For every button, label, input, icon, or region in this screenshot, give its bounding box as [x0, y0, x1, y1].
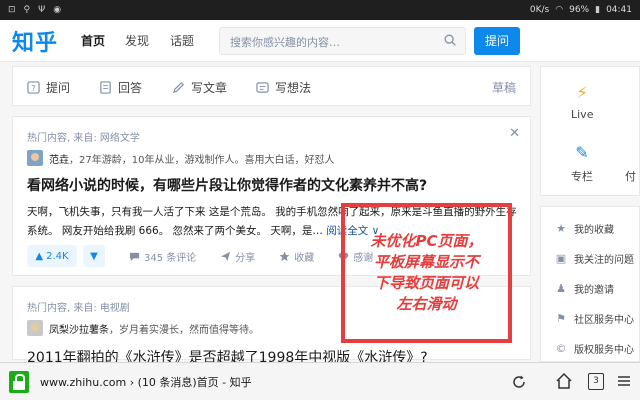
android-icon: ◉	[53, 5, 62, 15]
composer-bar: ? 提问 回答 写文章 写想法 草稿	[12, 66, 531, 106]
usb-icon: Ψ	[38, 5, 46, 15]
page-title: › (10 条消息)首页 - 知乎	[126, 376, 252, 389]
composer-idea-label: 写想法	[275, 81, 312, 95]
nav-topics[interactable]: 话题	[170, 32, 194, 49]
notification-icon: ⊡	[8, 5, 16, 15]
author-info: 凤梨沙拉薯条，岁月着实漫长，然而值得等待。	[27, 320, 259, 336]
sidebar-column[interactable]: ✎ 专栏	[571, 143, 593, 184]
author-bio: ，岁月着实漫长，然而值得等待。	[109, 324, 259, 336]
flag-icon: ⚑	[556, 311, 566, 325]
annotation-text: 未优化PC页面， 平板屏幕显示不 下导致页面可以 左右滑动	[370, 232, 483, 313]
battery-level: 96%	[569, 5, 590, 15]
nav-home[interactable]: 首页	[81, 32, 105, 49]
sidebar-item-collections[interactable]: ★ 我的收藏	[555, 221, 614, 236]
composer-answer[interactable]: 回答	[99, 79, 142, 96]
star-icon	[279, 250, 290, 261]
star-icon: ★	[556, 221, 566, 235]
site-header: 知乎 首页 发现 话题 搜索你感兴趣的内容… 提问	[0, 20, 640, 62]
wifi-icon: ◠	[555, 5, 564, 15]
drafts-link[interactable]: 草稿	[492, 79, 516, 96]
idea-icon	[256, 82, 269, 93]
upvote-button[interactable]: ▲ 2.4K	[27, 245, 77, 267]
triangle-down-icon: ▼	[90, 250, 98, 262]
collect-button[interactable]: 收藏	[279, 249, 314, 264]
feed-source: 热门内容, 来自: 网络文学	[27, 133, 140, 144]
vote-count: 2.4K	[46, 250, 69, 262]
composer-ask-label: 提问	[46, 81, 71, 95]
sidebar-item-label: 我的邀请	[574, 285, 614, 296]
pen-icon	[172, 82, 184, 94]
sidebar-quick-links: ⚡ Live ✎ 专栏 · 付	[540, 66, 640, 196]
home-icon[interactable]	[555, 372, 573, 390]
zhihu-logo[interactable]: 知乎	[12, 25, 58, 57]
comments-button[interactable]: 345 条评论	[129, 249, 196, 264]
composer-article-label: 写文章	[191, 81, 228, 95]
sidebar-item-label: 我关注的问题	[574, 255, 634, 266]
downvote-button[interactable]: ▼	[83, 245, 105, 267]
sidebar-item-followed-questions[interactable]: ▣ 我关注的问题	[555, 251, 634, 266]
battery-icon: ▮	[595, 5, 601, 15]
search-placeholder: 搜索你感兴趣的内容…	[230, 36, 340, 49]
close-icon[interactable]: ✕	[509, 126, 520, 141]
annotation-box: 未优化PC页面， 平板屏幕显示不 下导致页面可以 左右滑动	[341, 203, 512, 343]
triangle-up-icon: ▲	[35, 250, 44, 262]
reload-icon[interactable]	[511, 374, 527, 390]
sidebar-pay[interactable]: · 付	[625, 143, 636, 184]
comment-icon	[129, 252, 140, 261]
author-info: 范垚，27年游龄，10年从业，游戏制作人。喜用大白话，好怼人	[27, 150, 334, 166]
search-icon[interactable]	[443, 33, 457, 47]
pen-icon: ✎	[575, 143, 589, 162]
sidebar-menu: ★ 我的收藏 ▣ 我关注的问题 ♟ 我的邀请 ⚑ 社区服务中心 © 版权服务中心	[540, 206, 640, 362]
sidebar-item-community[interactable]: ⚑ 社区服务中心	[555, 311, 634, 326]
url-field[interactable]: www.zhihu.com › (10 条消息)首页 - 知乎	[40, 374, 252, 390]
composer-ask[interactable]: ? 提问	[27, 79, 70, 96]
question-icon: ?	[27, 81, 40, 94]
sidebar-pay-label: 付	[625, 170, 636, 183]
copyright-icon: ©	[555, 341, 567, 355]
lock-icon[interactable]	[9, 371, 29, 393]
url-domain: www.zhihu.com	[40, 376, 127, 389]
sidebar-item-label: 社区服务中心	[574, 315, 634, 326]
clock: 04:41	[606, 5, 632, 15]
pay-icon: ·	[627, 143, 634, 162]
sidebar-column-label: 专栏	[571, 170, 593, 183]
usb-icon: ⚲	[23, 5, 31, 15]
answer-icon	[100, 81, 111, 94]
share-icon	[221, 251, 231, 261]
avatar[interactable]	[27, 150, 43, 166]
sidebar-live[interactable]: ⚡ Live	[571, 83, 593, 121]
share-label: 分享	[235, 252, 256, 264]
share-button[interactable]: 分享	[220, 249, 255, 264]
answer-actions: ▲ 2.4K ▼ 345 条评论 分享 收藏 感谢	[27, 245, 373, 267]
net-speed: 0K/s	[529, 5, 550, 15]
sidebar-live-label: Live	[571, 108, 594, 121]
feed-source: 热门内容, 来自: 电视剧	[27, 303, 130, 314]
browser-address-bar: www.zhihu.com › (10 条消息)首页 - 知乎 3	[0, 362, 640, 400]
question-title[interactable]: 看网络小说的时候，有哪些片段让你觉得作者的文化素养并不高?	[27, 175, 427, 195]
status-bar: ⊡ ⚲ Ψ ◉ 0K/s ◠ 96% ▮ 04:41	[0, 0, 640, 20]
sidebar-item-copyright[interactable]: © 版权服务中心	[555, 341, 635, 356]
author-name[interactable]: 凤梨沙拉薯条	[49, 325, 109, 336]
sidebar-item-label: 版权服务中心	[574, 345, 634, 356]
question-icon: ▣	[555, 251, 567, 265]
nav-discover[interactable]: 发现	[125, 32, 149, 49]
author-name[interactable]: 范垚	[49, 155, 69, 166]
ask-button[interactable]: 提问	[474, 27, 520, 55]
menu-icon[interactable]	[616, 373, 632, 389]
sidebar-item-invitations[interactable]: ♟ 我的邀请	[555, 281, 614, 296]
add-user-icon: ♟	[556, 281, 566, 295]
composer-article[interactable]: 写文章	[172, 79, 227, 96]
search-input[interactable]: 搜索你感兴趣的内容…	[219, 27, 466, 55]
tabs-button[interactable]: 3	[588, 373, 604, 390]
sidebar-item-label: 我的收藏	[574, 225, 614, 236]
lightning-icon: ⚡	[576, 83, 588, 102]
composer-idea[interactable]: 写想法	[256, 79, 311, 96]
avatar[interactable]	[27, 320, 43, 336]
composer-answer-label: 回答	[118, 81, 143, 95]
collect-label: 收藏	[294, 252, 315, 264]
comments-label: 345 条评论	[144, 252, 197, 264]
author-bio: ，27年游龄，10年从业，游戏制作人。喜用大白话，好怼人	[69, 154, 335, 166]
svg-text:?: ?	[31, 83, 35, 93]
